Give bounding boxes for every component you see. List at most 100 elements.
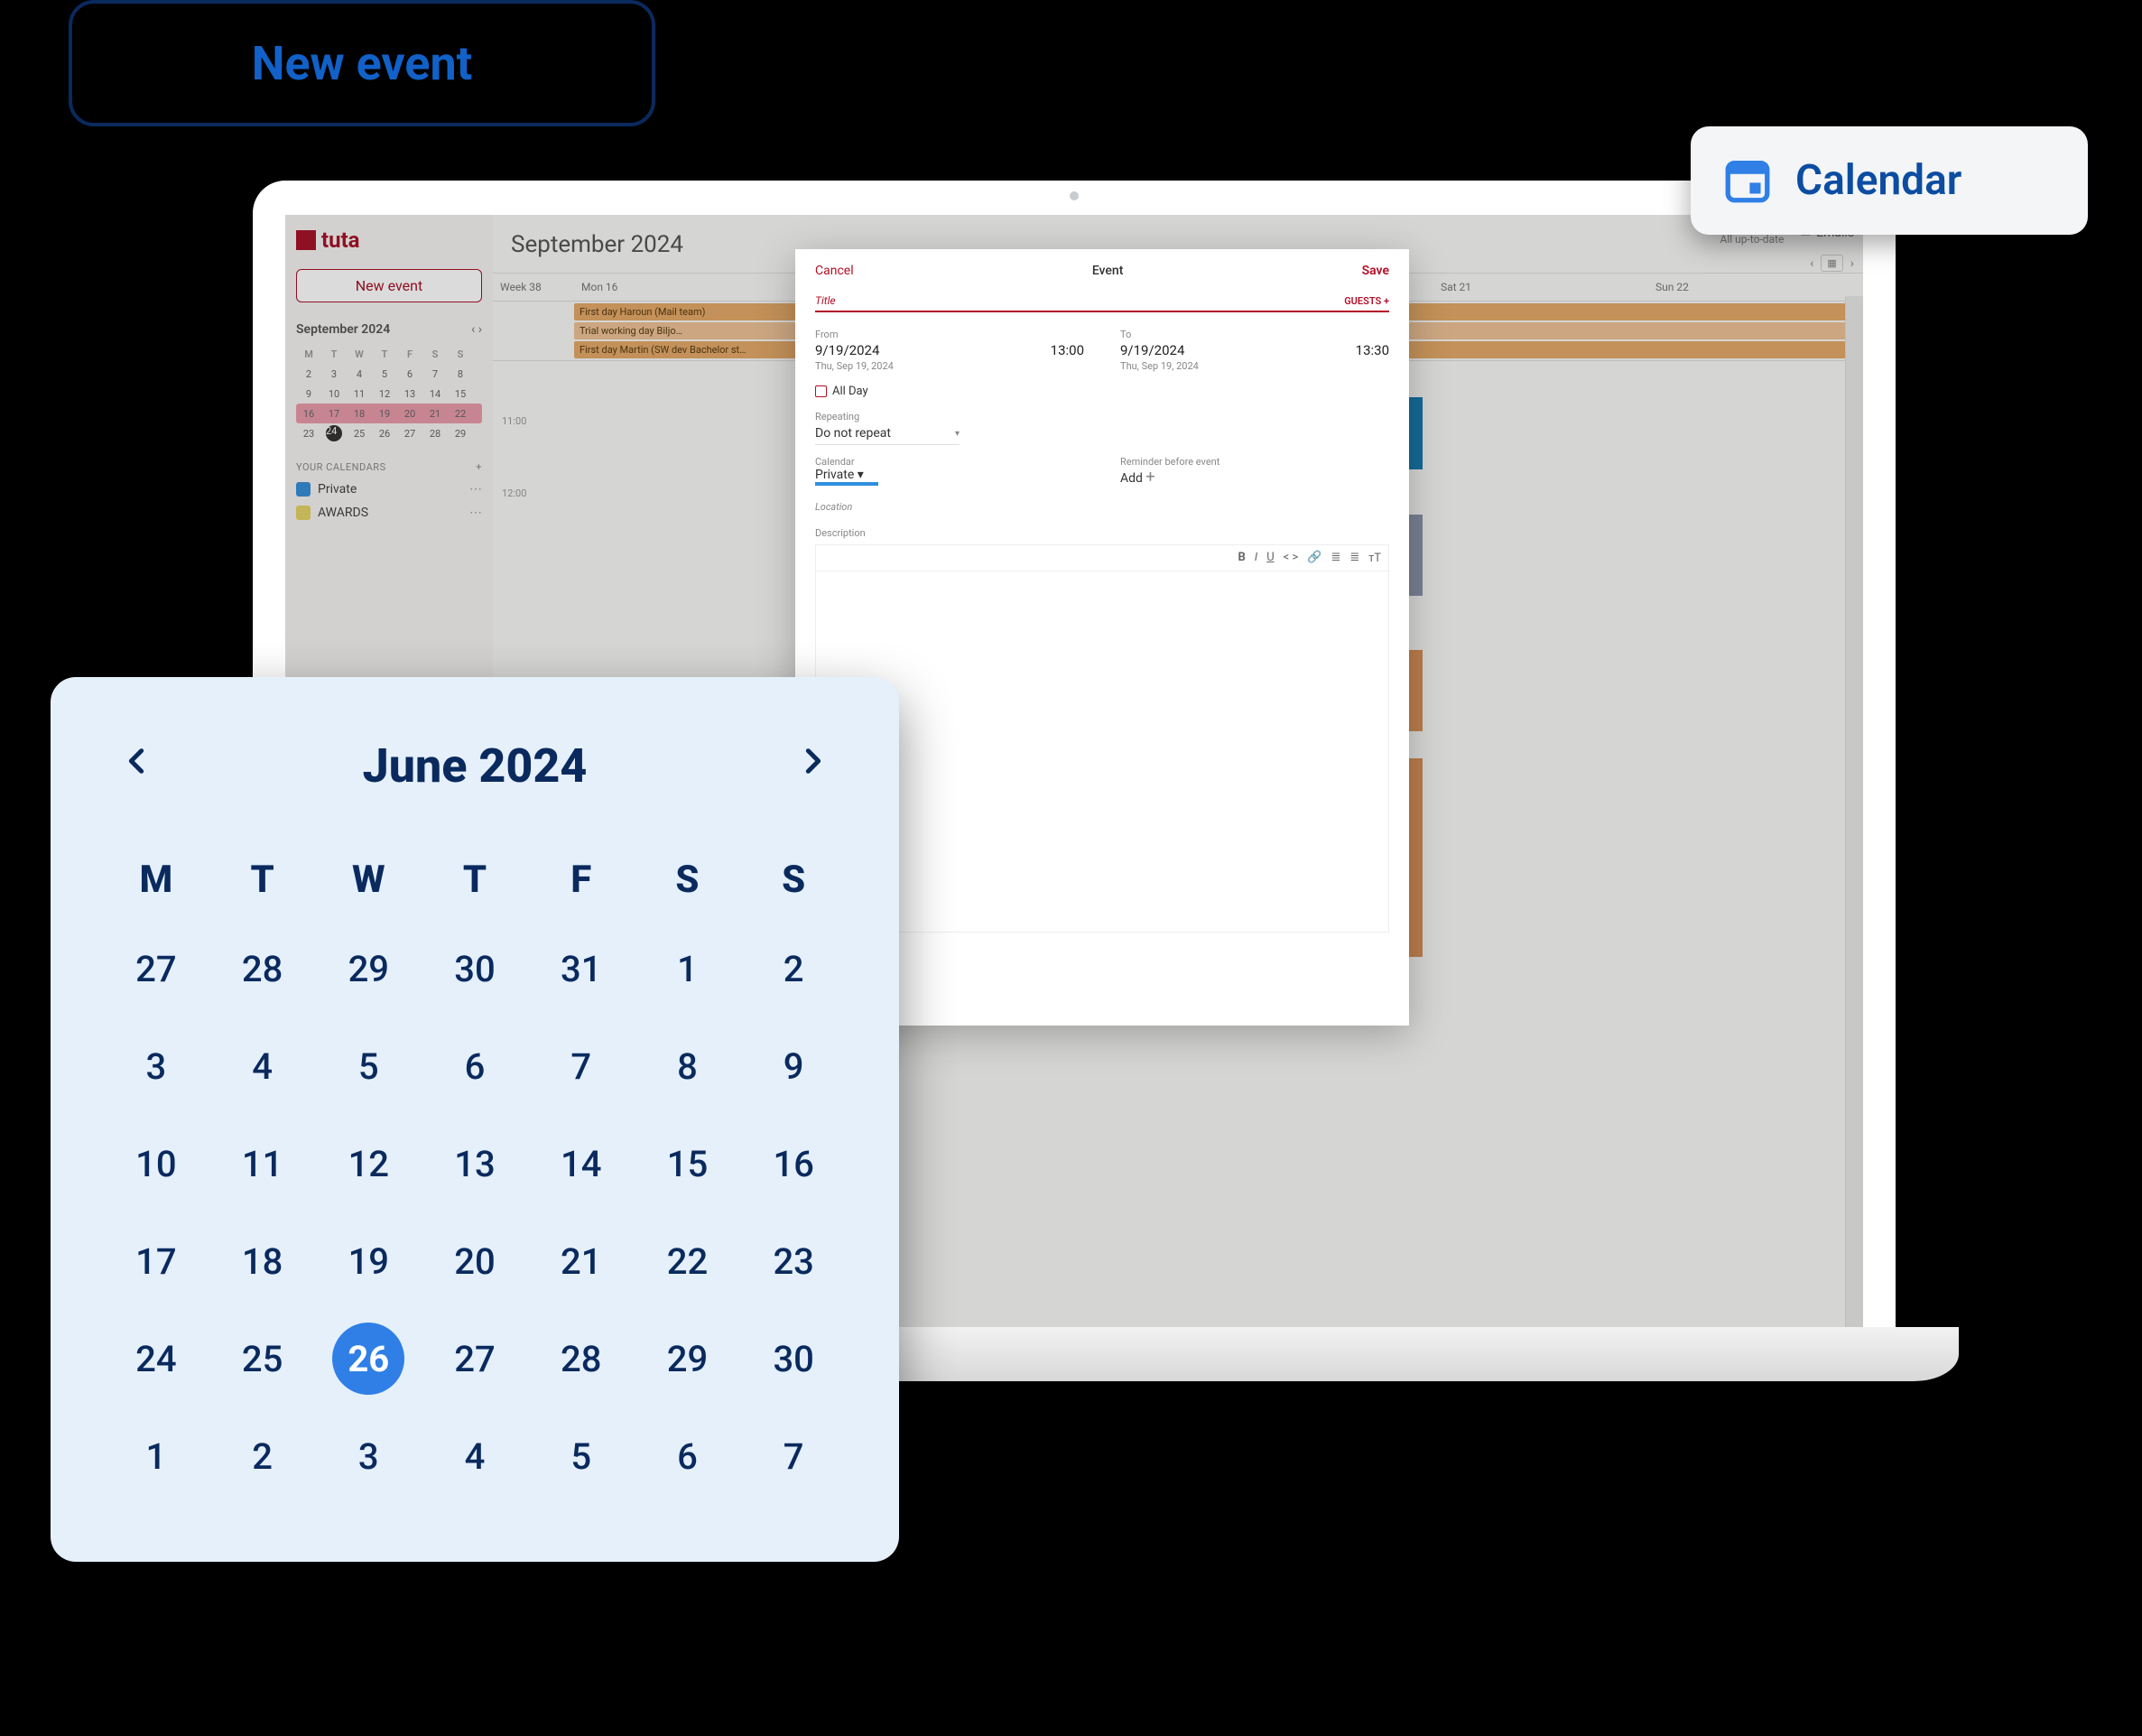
day-cell[interactable]: 1: [635, 920, 741, 1017]
your-calendars-heading: YOUR CALENDARS +: [296, 461, 482, 473]
day-cell[interactable]: 4: [209, 1017, 316, 1115]
reminder-add[interactable]: Add +: [1120, 468, 1389, 487]
brand-name: tuta: [321, 227, 360, 253]
calendar-color-underline: [815, 482, 878, 486]
chevron-down-icon: ▾: [955, 429, 960, 439]
day-cell[interactable]: 21: [528, 1212, 635, 1310]
day-cell[interactable]: 29: [635, 1310, 741, 1407]
repeating-select[interactable]: Do not repeat ▾: [815, 422, 960, 445]
to-time-input[interactable]: 13:30: [1356, 342, 1389, 358]
to-label: To: [1120, 329, 1389, 340]
cancel-button[interactable]: Cancel: [815, 264, 854, 278]
day-cell[interactable]: 30: [740, 1310, 847, 1407]
calendar-badge-label: Calendar: [1795, 156, 1961, 205]
day-cell[interactable]: 26: [315, 1310, 422, 1407]
add-calendar-icon[interactable]: +: [476, 461, 482, 473]
day-cell[interactable]: 17: [103, 1212, 209, 1310]
day-cell[interactable]: 6: [422, 1017, 528, 1115]
prev-month-button[interactable]: [103, 729, 170, 803]
mini-prev-icon[interactable]: ‹: [471, 322, 475, 337]
calendar-icon: [1721, 154, 1774, 207]
day-cell[interactable]: 15: [635, 1115, 741, 1212]
more-icon[interactable]: ⋯: [469, 482, 482, 497]
bullet-list-button[interactable]: ≣: [1331, 551, 1340, 565]
brand-logo[interactable]: tuta: [296, 227, 482, 253]
day-cell[interactable]: 27: [103, 920, 209, 1017]
all-day-checkbox[interactable]: All Day: [815, 385, 1389, 398]
day-cell[interactable]: 31: [528, 920, 635, 1017]
day-cell[interactable]: 4: [422, 1407, 528, 1505]
code-button[interactable]: < >: [1284, 551, 1299, 565]
day-cell[interactable]: 9: [740, 1017, 847, 1115]
month-picker: June 2024 M T W T F S S 272829303112 345…: [51, 677, 899, 1562]
calendar-item-awards[interactable]: AWARDS ⋯: [296, 506, 482, 520]
day-cell[interactable]: 20: [422, 1212, 528, 1310]
day-cell[interactable]: 16: [740, 1115, 847, 1212]
location-label: Location: [815, 501, 1389, 513]
day-cell[interactable]: 3: [315, 1407, 422, 1505]
day-cell[interactable]: 5: [528, 1407, 635, 1505]
calendar-badge[interactable]: Calendar: [1691, 126, 2088, 235]
day-cell[interactable]: 28: [209, 920, 316, 1017]
day-cell[interactable]: 8: [635, 1017, 741, 1115]
day-cell[interactable]: 5: [315, 1017, 422, 1115]
to-date-long: Thu, Sep 19, 2024: [1120, 360, 1389, 372]
calendar-select-label: Calendar: [815, 456, 1084, 468]
mini-calendar-header: September 2024 ‹ ›: [296, 322, 482, 337]
week-row: 24252627282930: [103, 1310, 847, 1407]
day-cell[interactable]: 2: [209, 1407, 316, 1505]
day-cell[interactable]: 22: [635, 1212, 741, 1310]
day-cell[interactable]: 18: [209, 1212, 316, 1310]
day-cell[interactable]: 11: [209, 1115, 316, 1212]
day-cell[interactable]: 25: [209, 1310, 316, 1407]
guests-button[interactable]: GUESTS +: [1344, 295, 1389, 307]
day-cell[interactable]: 23: [740, 1212, 847, 1310]
prev-week-icon[interactable]: ‹: [1810, 256, 1813, 271]
reminder-label: Reminder before event: [1120, 456, 1389, 468]
sidebar-new-event-button[interactable]: New event: [296, 269, 482, 302]
day-cell[interactable]: 13: [422, 1115, 528, 1212]
day-cell[interactable]: 19: [315, 1212, 422, 1310]
from-time-input[interactable]: 13:00: [1051, 342, 1084, 358]
day-cell[interactable]: 3: [103, 1017, 209, 1115]
to-date-input[interactable]: 9/19/2024: [1120, 342, 1184, 358]
logo-icon: [296, 230, 316, 250]
chevron-down-icon: ▾: [858, 468, 864, 482]
title-field-label: Title: [815, 294, 836, 307]
day-cell[interactable]: 6: [635, 1407, 741, 1505]
underline-button[interactable]: U: [1266, 551, 1274, 565]
day-cell[interactable]: 7: [740, 1407, 847, 1505]
clear-format-button[interactable]: ᴛT: [1368, 551, 1381, 565]
day-cell[interactable]: 29: [315, 920, 422, 1017]
italic-button[interactable]: I: [1255, 551, 1257, 565]
day-cell[interactable]: 12: [315, 1115, 422, 1212]
number-list-button[interactable]: ≣: [1349, 551, 1359, 565]
today-marker[interactable]: 26: [332, 1323, 404, 1395]
view-switch[interactable]: ▦: [1821, 255, 1842, 272]
save-button[interactable]: Save: [1362, 264, 1389, 278]
next-week-icon[interactable]: ›: [1850, 256, 1854, 271]
new-event-button[interactable]: New event: [69, 0, 655, 126]
week-row: 272829303112: [103, 920, 847, 1017]
next-month-button[interactable]: [780, 729, 847, 803]
day-cell[interactable]: 24: [103, 1310, 209, 1407]
mini-next-icon[interactable]: ›: [478, 322, 482, 337]
day-cell[interactable]: 7: [528, 1017, 635, 1115]
link-button[interactable]: 🔗: [1307, 551, 1321, 565]
more-icon[interactable]: ⋯: [469, 506, 482, 520]
day-cell[interactable]: 10: [103, 1115, 209, 1212]
scroll-rail[interactable]: [1845, 296, 1863, 1336]
bold-button[interactable]: B: [1238, 551, 1245, 565]
day-cell[interactable]: 27: [422, 1310, 528, 1407]
description-input[interactable]: [815, 571, 1389, 933]
format-toolbar: B I U < > 🔗 ≣ ≣ ᴛT: [815, 544, 1389, 571]
day-cell[interactable]: 28: [528, 1310, 635, 1407]
mini-calendar[interactable]: M T W T F S S 2345678 9101112131415 1617…: [296, 344, 482, 443]
day-cell[interactable]: 14: [528, 1115, 635, 1212]
day-cell[interactable]: 1: [103, 1407, 209, 1505]
day-cell[interactable]: 2: [740, 920, 847, 1017]
from-date-input[interactable]: 9/19/2024: [815, 342, 879, 358]
day-cell[interactable]: 30: [422, 920, 528, 1017]
calendar-item-private[interactable]: Private ⋯: [296, 482, 482, 497]
calendar-select[interactable]: Private ▾: [815, 468, 1084, 482]
